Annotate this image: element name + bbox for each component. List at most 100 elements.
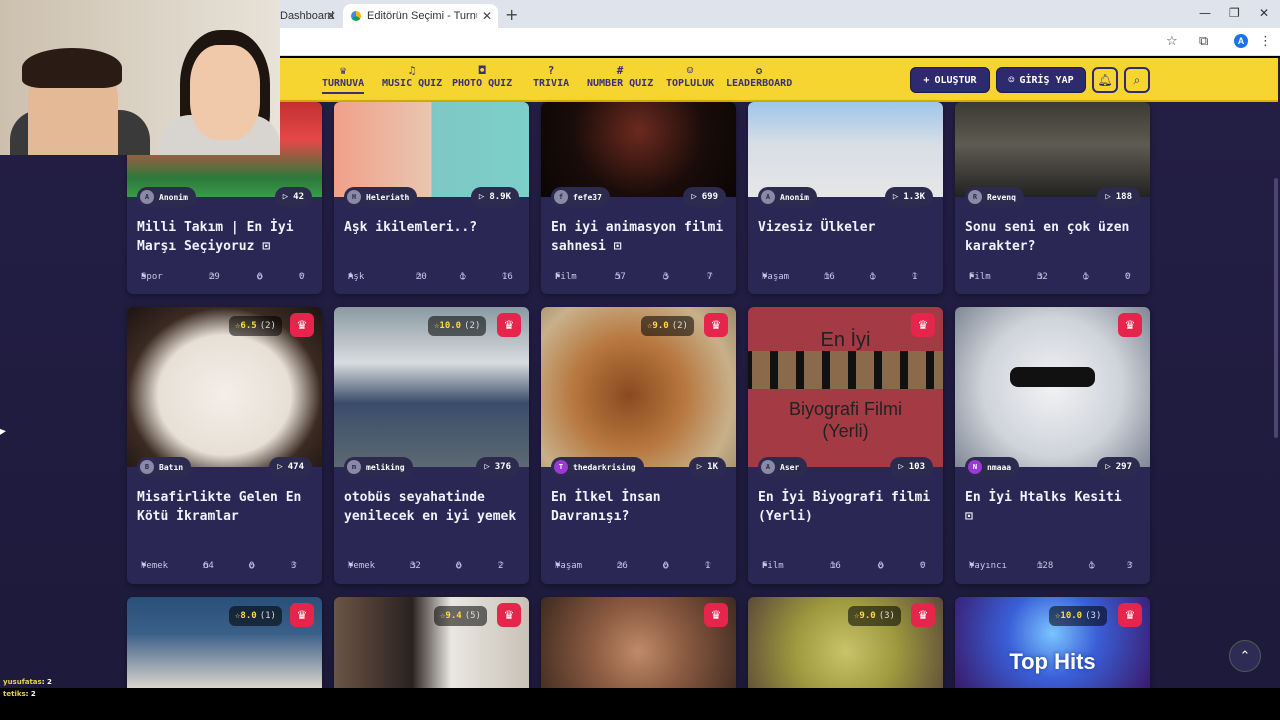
nav-photo-quiz[interactable]: ◘ PHOTO QUIZ bbox=[452, 64, 512, 89]
new-tab-icon[interactable]: + bbox=[505, 5, 518, 24]
tab-editors-choice[interactable]: Editörün Seçimi - Turnuva - Qu ✕ bbox=[343, 4, 498, 28]
author-badge[interactable]: f fefe37 bbox=[551, 187, 610, 207]
avatar: T bbox=[554, 460, 568, 474]
chevron-up-icon: ⌃ bbox=[1239, 648, 1251, 664]
quiz-card[interactable]: f fefe37 ▷ 699 En iyi animasyon filmi sahn… bbox=[541, 102, 736, 294]
nav-trivia[interactable]: ? TRIVIA bbox=[533, 64, 569, 89]
play-count: ▷ 1.3K bbox=[884, 187, 933, 207]
author-badge[interactable]: A Anonim bbox=[758, 187, 817, 207]
nav-turnuva[interactable]: ♛ TURNUVA bbox=[322, 64, 364, 94]
quiz-card[interactable]: ♛ bbox=[541, 597, 736, 688]
author-badge[interactable]: B Batın bbox=[137, 457, 192, 477]
card-meta: ⚑ Film ❐ 32 ◯ 1 ♡ 0 bbox=[965, 272, 1140, 286]
login-label: GİRİŞ YAP bbox=[1019, 74, 1074, 86]
rating-count: (3) bbox=[1085, 611, 1102, 621]
menu-dots-icon[interactable]: ⋮ bbox=[1259, 34, 1272, 49]
play-icon: ▷ bbox=[484, 462, 490, 472]
nav-label: MUSIC QUIZ bbox=[382, 78, 443, 89]
quiz-card[interactable]: ☆ 10.0 (2) ♛ m meliking ▷ 376 otobüs seyahat… bbox=[334, 307, 529, 584]
card-title[interactable]: Misafirlikte Gelen En Kötü İkramlar bbox=[137, 488, 312, 526]
create-button[interactable]: + OLUŞTUR bbox=[910, 67, 990, 93]
quiz-card[interactable]: ☆ 9.0 (2) ♛ Tthedarkrising ▷ 1K En İlkel İn… bbox=[541, 307, 736, 584]
quiz-card[interactable]: H Heleriath ▷ 8.9K Aşk ikilemleri..? ⚑ Aşk… bbox=[334, 102, 529, 294]
scroll-to-top-button[interactable]: ⌃ bbox=[1229, 640, 1261, 672]
play-count-value: 8.9K bbox=[489, 192, 511, 202]
author-badge[interactable]: Tthedarkrising bbox=[551, 457, 644, 477]
card-title[interactable]: En İlkel İnsan Davranışı? bbox=[551, 488, 726, 526]
avatar: N bbox=[968, 460, 982, 474]
rating-value: 10.0 bbox=[439, 321, 462, 331]
minimize-icon[interactable]: — bbox=[1199, 6, 1211, 20]
avatar: R bbox=[968, 190, 982, 204]
crown-icon[interactable]: ♛ bbox=[704, 603, 728, 627]
crown-icon[interactable]: ♛ bbox=[704, 313, 728, 337]
card-title[interactable]: otobüs seyahatinde yenilecek en iyi yeme… bbox=[344, 488, 519, 526]
card-title[interactable]: Sonu seni en çok üzen karakter? bbox=[965, 218, 1140, 256]
author-badge[interactable]: m meliking bbox=[344, 457, 413, 477]
card-thumbnail bbox=[541, 102, 736, 197]
card-title[interactable]: Milli Takım | En İyi Marşı Seçiyoruz ⊡ bbox=[137, 218, 312, 256]
chat-user: tetiks bbox=[3, 690, 26, 698]
author-badge[interactable]: Nnmaaa bbox=[965, 457, 1020, 477]
scrollbar[interactable] bbox=[1274, 178, 1278, 438]
author-badge[interactable]: A Aser bbox=[758, 457, 808, 477]
crown-icon[interactable]: ♛ bbox=[497, 313, 521, 337]
notification-bell-icon[interactable]: 🔔︎ bbox=[1092, 67, 1118, 93]
person-face bbox=[190, 45, 260, 140]
close-tab-icon[interactable]: ✕ bbox=[326, 9, 336, 23]
search-icon[interactable]: ⌕ bbox=[1124, 67, 1150, 93]
close-tab-icon[interactable]: ✕ bbox=[482, 9, 492, 23]
author-badge[interactable]: A Anonim bbox=[137, 187, 196, 207]
card-title[interactable]: En İyi Htalks Kesiti ⊡ bbox=[965, 488, 1140, 526]
quiz-card[interactable]: R Revenq ▷ 188 Sonu seni en çok üzen karak… bbox=[955, 102, 1150, 294]
quiz-card[interactable]: ☆ 6.5 (2) ♛ B Batın ▷ 474 Misafirlikte Gelen… bbox=[127, 307, 322, 584]
quiz-card[interactable]: ☆ 9.0 (3) ♛ bbox=[748, 597, 943, 688]
author-name: fefe37 bbox=[573, 192, 602, 202]
like-count-value: 0 bbox=[1125, 272, 1131, 282]
nav-topluluk[interactable]: ☺ TOPLULUK bbox=[666, 64, 714, 89]
author-badge[interactable]: R Revenq bbox=[965, 187, 1024, 207]
like-count-value: 0 bbox=[920, 561, 926, 571]
close-window-icon[interactable]: ✕ bbox=[1259, 6, 1269, 20]
crown-icon[interactable]: ♛ bbox=[911, 313, 935, 337]
crown-icon[interactable]: ♛ bbox=[1118, 313, 1142, 337]
category-text: Yayıncı bbox=[969, 561, 1007, 571]
play-count: ▷ 474 bbox=[269, 457, 312, 477]
author-badge[interactable]: H Heleriath bbox=[344, 187, 418, 207]
card-title[interactable]: Aşk ikilemleri..? bbox=[344, 218, 519, 237]
nav-music-quiz[interactable]: ♫ MUSIC QUIZ bbox=[382, 64, 442, 89]
quiz-card[interactable]: Top Hits ☆ 10.0 (3) ♛ bbox=[955, 597, 1150, 688]
play-count-value: 376 bbox=[494, 462, 511, 472]
quiz-card[interactable]: ☆ 9.4 (5) ♛ bbox=[334, 597, 529, 688]
like-count-value: 3 bbox=[291, 561, 297, 571]
quiz-card[interactable]: ♛ Nnmaaa ▷ 297 En İyi Htalks Kesiti ⊡ ⚑ Ya… bbox=[955, 307, 1150, 584]
person-hair bbox=[22, 48, 122, 88]
card-title[interactable]: En iyi animasyon filmi sahnesi ⊡ bbox=[551, 218, 726, 256]
crown-icon[interactable]: ♛ bbox=[290, 313, 314, 337]
quiz-card[interactable]: ☆ 8.0 (1) ♛ bbox=[127, 597, 322, 688]
author-name: meliking bbox=[366, 462, 405, 472]
extensions-icon[interactable]: ⧉ bbox=[1199, 34, 1208, 49]
profile-avatar[interactable]: A bbox=[1234, 34, 1248, 48]
restore-icon[interactable]: ❐ bbox=[1229, 6, 1240, 20]
site-favicon-icon bbox=[351, 11, 361, 21]
quiz-card[interactable]: En İyi Biyografi Filmi (Yerli) ♛ A Aser ▷… bbox=[748, 307, 943, 584]
chat-value: : 2 bbox=[41, 678, 52, 686]
login-button[interactable]: ☺ GİRİŞ YAP bbox=[996, 67, 1086, 93]
bookmark-star-icon[interactable]: ☆ bbox=[1166, 34, 1178, 49]
crown-icon[interactable]: ♛ bbox=[911, 603, 935, 627]
avatar: B bbox=[140, 460, 154, 474]
play-count-value: 699 bbox=[701, 192, 718, 202]
card-title[interactable]: Vizesiz Ülkeler bbox=[758, 218, 933, 237]
nav-leaderboard[interactable]: ✪ LEADERBOARD bbox=[726, 64, 792, 89]
tab-dashboard[interactable]: Dashboard ✕ bbox=[280, 4, 342, 28]
crown-icon[interactable]: ♛ bbox=[497, 603, 521, 627]
item-count-value: 64 bbox=[203, 561, 214, 571]
nav-number-quiz[interactable]: # NUMBER QUIZ bbox=[587, 64, 653, 89]
author-name: Anonim bbox=[159, 192, 188, 202]
crown-icon[interactable]: ♛ bbox=[290, 603, 314, 627]
quiz-card[interactable]: A Anonim ▷ 1.3K Vizesiz Ülkeler ⚑ Yaşam ❐ … bbox=[748, 102, 943, 294]
rating-count: (3) bbox=[878, 611, 895, 621]
crown-icon[interactable]: ♛ bbox=[1118, 603, 1142, 627]
card-title[interactable]: En İyi Biyografi filmi (Yerli) bbox=[758, 488, 933, 526]
